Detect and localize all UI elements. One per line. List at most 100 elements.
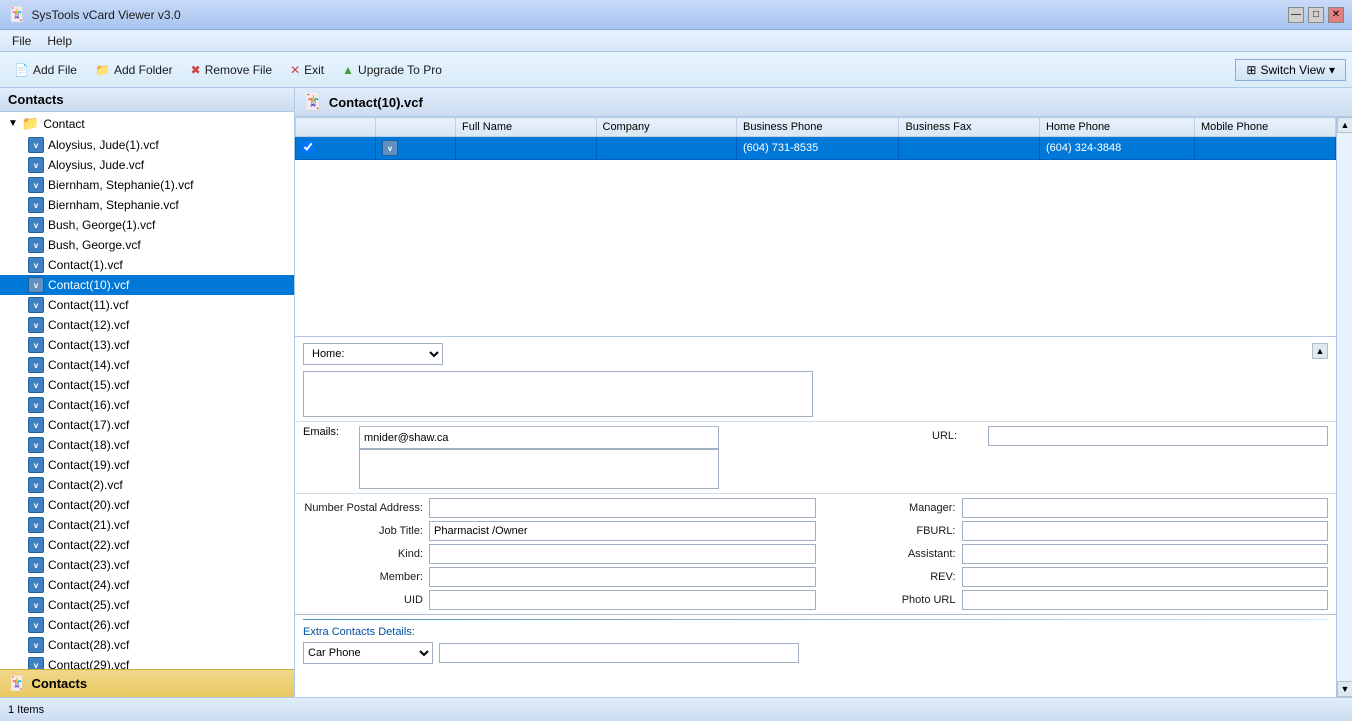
field-label-uid: UID [303,594,423,606]
sidebar-item-3[interactable]: v Biernham, Stephanie.vcf [0,195,294,215]
sidebar-item-23[interactable]: v Contact(25).vcf [0,595,294,615]
email-extra-textarea[interactable] [359,449,719,489]
field-input-manager[interactable] [962,498,1329,518]
sidebar-item-6[interactable]: v Contact(1).vcf [0,255,294,275]
address-section: Home: Work: Other: ▲ [295,337,1336,422]
table-row[interactable]: v (604) 731-8535 (604) 324-3848 [296,137,1336,160]
scroll-bottom-button[interactable]: ▼ [1337,681,1352,697]
field-input-fburl[interactable] [962,521,1329,541]
sidebar-item-5[interactable]: v Bush, George.vcf [0,235,294,255]
sidebar-item-17[interactable]: v Contact(2).vcf [0,475,294,495]
col-company[interactable]: Company [596,118,737,137]
upgrade-button[interactable]: ▲ Upgrade To Pro [334,60,450,80]
field-row-photo-url: Photo URL [836,590,1329,610]
add-file-button[interactable]: 📄 Add File [6,60,85,80]
detail-scroll-up: ▲ [1312,343,1328,417]
vcf-icon-19: v [28,517,44,533]
scroll-top-button[interactable]: ▲ [1337,117,1352,133]
sidebar-item-15[interactable]: v Contact(18).vcf [0,435,294,455]
sidebar-bottom-label: Contacts [31,676,87,691]
col-business-fax[interactable]: Business Fax [899,118,1040,137]
sidebar-item-13[interactable]: v Contact(16).vcf [0,395,294,415]
vcf-icon-11: v [28,357,44,373]
sidebar-item-21[interactable]: v Contact(23).vcf [0,555,294,575]
sidebar-item-16[interactable]: v Contact(19).vcf [0,455,294,475]
sidebar-item-7[interactable]: v Contact(10).vcf [0,275,294,295]
vcf-icon-17: v [28,477,44,493]
sidebar-item-2[interactable]: v Biernham, Stephanie(1).vcf [0,175,294,195]
sidebar-tree-root[interactable]: ▼ 📁 Contact [0,112,294,135]
vcf-icon-18: v [28,497,44,513]
col-home-phone[interactable]: Home Phone [1039,118,1194,137]
extra-divider [303,619,1328,620]
field-input-photo-url[interactable] [962,590,1329,610]
field-input-member[interactable] [429,567,816,587]
sidebar-item-4[interactable]: v Bush, George(1).vcf [0,215,294,235]
field-label-kind: Kind: [303,548,423,560]
phone-value-input[interactable] [439,643,799,663]
field-row-fburl: FBURL: [836,521,1329,541]
scroll-up-button[interactable]: ▲ [1312,343,1328,359]
close-button[interactable]: ✕ [1328,7,1344,23]
url-row: URL: [932,426,1328,446]
sidebar-item-25[interactable]: v Contact(28).vcf [0,635,294,655]
field-input-rev[interactable] [962,567,1329,587]
sidebar-item-1[interactable]: v Aloysius, Jude.vcf [0,155,294,175]
vcf-icon-16: v [28,457,44,473]
field-input-kind[interactable] [429,544,816,564]
sidebar-item-10[interactable]: v Contact(13).vcf [0,335,294,355]
col-mobile-phone[interactable]: Mobile Phone [1194,118,1335,137]
url-input[interactable] [988,426,1328,446]
sidebar-item-18[interactable]: v Contact(20).vcf [0,495,294,515]
phone-type-select[interactable]: Car Phone Home Phone Work Phone Mobile F… [303,642,433,664]
field-row-jobtitle: Job Title: [303,521,816,541]
exit-button[interactable]: ✕ Exit [282,60,332,80]
switch-view-button[interactable]: ⊞ Switch View ▾ [1235,59,1346,81]
sidebar-item-8[interactable]: v Contact(11).vcf [0,295,294,315]
sidebar-item-26[interactable]: v Contact(29).vcf [0,655,294,669]
sidebar-item-12[interactable]: v Contact(15).vcf [0,375,294,395]
field-input-assistant[interactable] [962,544,1329,564]
field-input-jobtitle[interactable] [429,521,816,541]
address-type-select[interactable]: Home: Work: Other: [303,343,443,365]
add-folder-icon: 📁 [95,63,110,77]
address-left: Home: Work: Other: [303,343,813,417]
minimize-button[interactable]: — [1288,7,1304,23]
add-folder-button[interactable]: 📁 Add Folder [87,60,181,80]
upgrade-icon: ▲ [342,63,354,77]
right-scrollbar[interactable]: ▲ ▼ [1336,117,1352,697]
email-input[interactable] [359,427,719,449]
col-business-phone[interactable]: Business Phone [737,118,899,137]
field-input-postal[interactable] [429,498,816,518]
col-full-name[interactable]: Full Name [456,118,597,137]
sidebar-item-11[interactable]: v Contact(14).vcf [0,355,294,375]
address-textarea[interactable] [303,371,813,417]
sidebar-item-22[interactable]: v Contact(24).vcf [0,575,294,595]
items-count: 1 Items [8,704,44,716]
maximize-button[interactable]: □ [1308,7,1324,23]
sidebar-item-19[interactable]: v Contact(21).vcf [0,515,294,535]
field-label-rev: REV: [836,571,956,583]
menu-file[interactable]: File [4,32,39,50]
row-checkbox[interactable] [296,137,376,160]
remove-file-button[interactable]: ✖ Remove File [183,60,280,80]
contact-table: Full Name Company Business Phone Busines… [295,117,1336,160]
row-company [596,137,737,160]
menu-help[interactable]: Help [39,32,80,50]
field-row-manager: Manager: [836,498,1329,518]
field-label-assistant: Assistant: [836,548,956,560]
field-row-member: Member: [303,567,816,587]
sidebar-item-14[interactable]: v Contact(17).vcf [0,415,294,435]
sidebar-item-24[interactable]: v Contact(26).vcf [0,615,294,635]
sidebar-item-20[interactable]: v Contact(22).vcf [0,535,294,555]
app-icon: 🃏 [8,6,25,23]
field-input-uid[interactable] [429,590,816,610]
contact-table-container[interactable]: Full Name Company Business Phone Busines… [295,117,1336,337]
vcf-icon-15: v [28,437,44,453]
sidebar-item-9[interactable]: v Contact(12).vcf [0,315,294,335]
switch-view-dropdown-icon: ▾ [1329,63,1335,77]
col-icon [376,118,456,137]
sidebar-tree[interactable]: ▼ 📁 Contact v Aloysius, Jude(1).vcf v Al… [0,112,294,669]
sidebar-item-0[interactable]: v Aloysius, Jude(1).vcf [0,135,294,155]
folder-icon: 📁 [22,115,39,132]
